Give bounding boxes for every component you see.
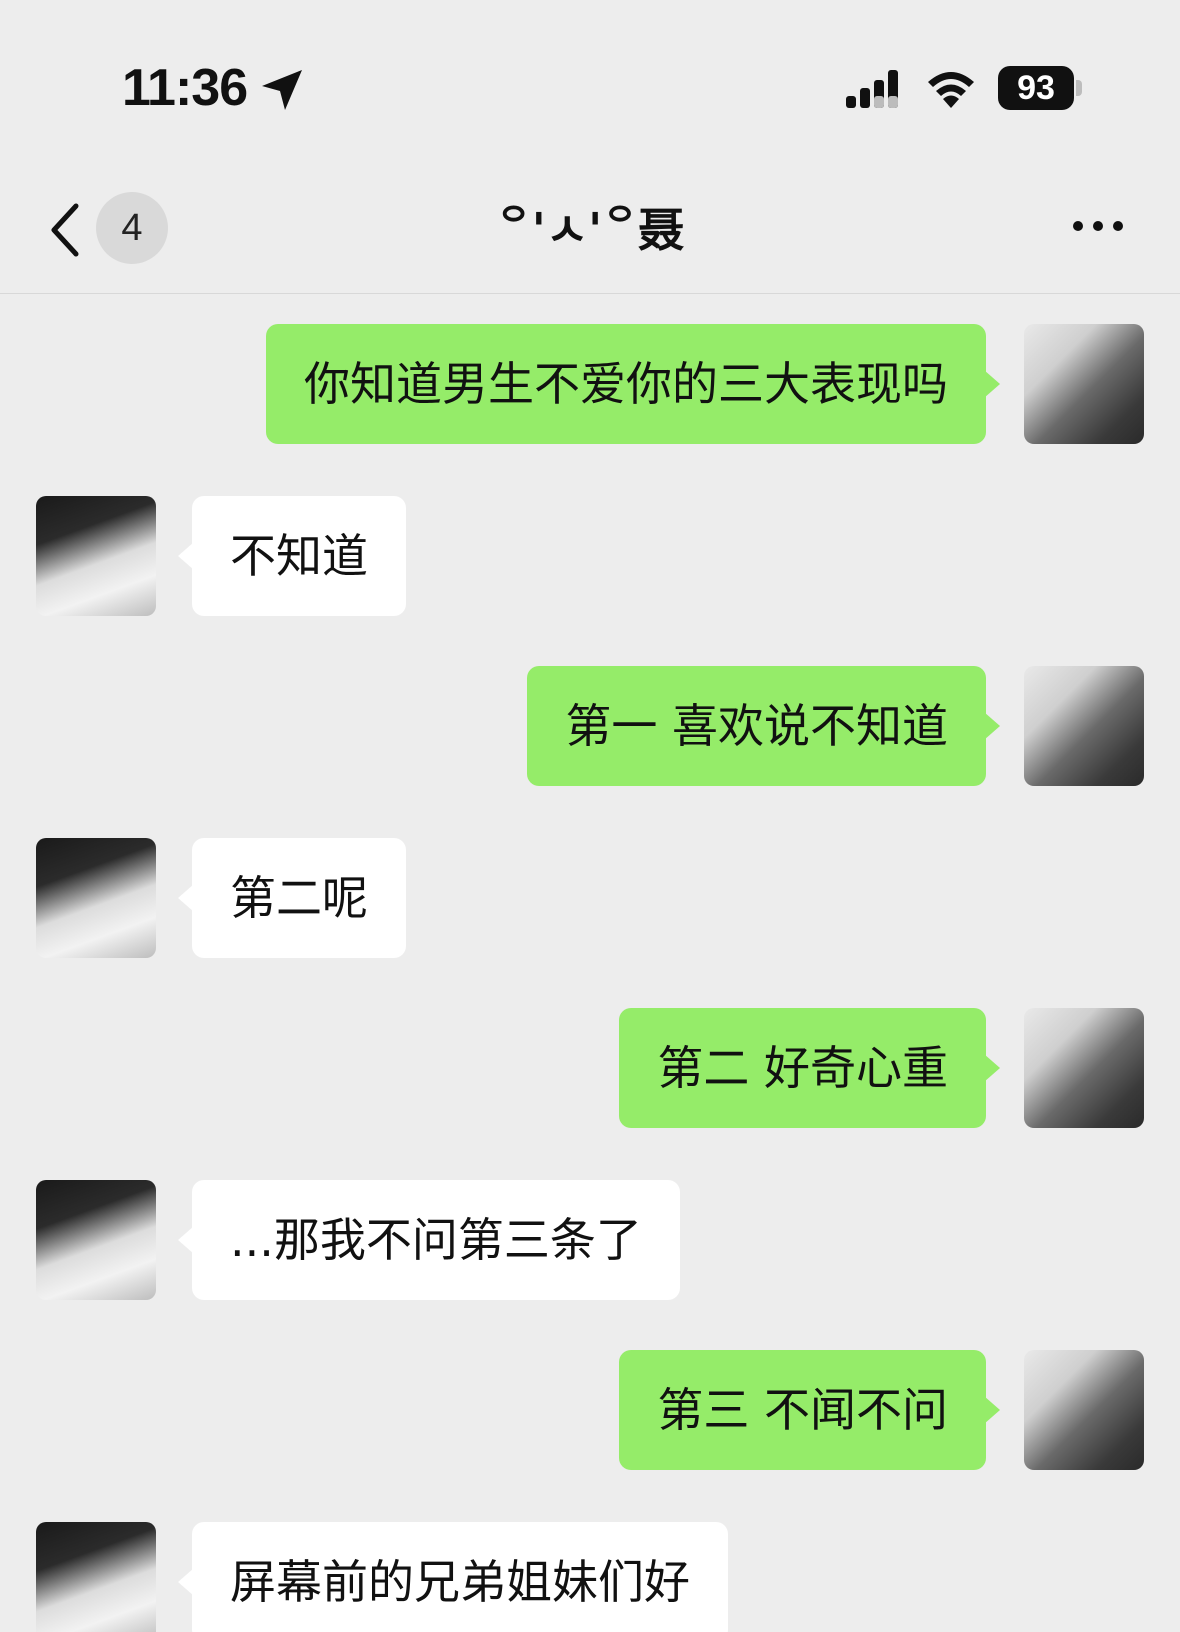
- battery-icon: 93: [998, 66, 1082, 110]
- unread-count-badge[interactable]: 4: [96, 192, 168, 264]
- avatar-contact[interactable]: [36, 496, 156, 616]
- wifi-icon: [928, 72, 974, 108]
- avatar-self[interactable]: [1024, 324, 1144, 444]
- message-bubble-self[interactable]: 第三 不闻不问: [619, 1350, 986, 1470]
- status-bar: 11:36 93: [0, 0, 1180, 170]
- avatar-contact[interactable]: [36, 1522, 156, 1632]
- message-bubble-contact[interactable]: 不知道: [192, 496, 406, 616]
- cellular-signal-icon: [846, 70, 898, 108]
- battery-level: 93: [998, 66, 1074, 110]
- bubble-tail: [984, 370, 1000, 398]
- message-row: 第一 喜欢说不知道: [0, 666, 1180, 786]
- message-bubble-self[interactable]: 你知道男生不爱你的三大表现吗: [266, 324, 986, 444]
- message-row: 屏幕前的兄弟姐妹们好: [0, 1522, 1180, 1632]
- message-bubble-self[interactable]: 第二 好奇心重: [619, 1008, 986, 1128]
- chat-title: ꒪'ㅅ'꒪聂: [495, 203, 685, 257]
- message-list[interactable]: 你知道男生不爱你的三大表现吗 不知道 第一 喜欢说不知道 第二呢 第二 好奇心重…: [0, 294, 1180, 1632]
- bubble-tail: [984, 1054, 1000, 1082]
- avatar-self[interactable]: [1024, 1350, 1144, 1470]
- bubble-tail: [984, 712, 1000, 740]
- avatar-self[interactable]: [1024, 666, 1144, 786]
- more-icon[interactable]: [1070, 214, 1126, 238]
- message-bubble-contact[interactable]: 第二呢: [192, 838, 406, 958]
- message-bubble-self[interactable]: 第一 喜欢说不知道: [527, 666, 986, 786]
- message-row: 第二 好奇心重: [0, 1008, 1180, 1128]
- message-row: 第二呢: [0, 838, 1180, 958]
- message-row: 第三 不闻不问: [0, 1350, 1180, 1470]
- avatar-contact[interactable]: [36, 838, 156, 958]
- message-row: 不知道: [0, 496, 1180, 616]
- message-row: ...那我不问第三条了: [0, 1180, 1180, 1300]
- message-row: 你知道男生不爱你的三大表现吗: [0, 324, 1180, 444]
- bubble-tail: [984, 1396, 1000, 1424]
- message-bubble-contact[interactable]: ...那我不问第三条了: [192, 1180, 680, 1300]
- location-arrow-icon: [262, 70, 302, 110]
- avatar-contact[interactable]: [36, 1180, 156, 1300]
- message-bubble-contact[interactable]: 屏幕前的兄弟姐妹们好: [192, 1522, 728, 1632]
- back-chevron-icon[interactable]: [44, 200, 84, 260]
- chat-nav-bar: 4 ꒪'ㅅ'꒪聂: [0, 170, 1180, 294]
- avatar-self[interactable]: [1024, 1008, 1144, 1128]
- battery-cap: [1076, 80, 1082, 96]
- status-time: 11:36: [122, 59, 248, 117]
